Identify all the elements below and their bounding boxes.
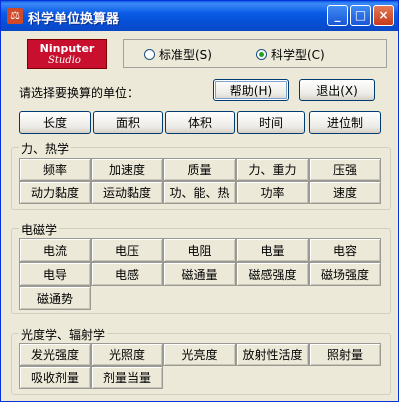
- mode-selector: 标准型(S) 科学型(C): [123, 39, 387, 68]
- unit-capacitance[interactable]: 电容: [309, 238, 381, 262]
- unit-dynamic-viscosity[interactable]: 动力黏度: [19, 181, 91, 204]
- unit-inductance[interactable]: 电感: [91, 262, 163, 286]
- maximize-button[interactable]: □: [350, 5, 371, 26]
- unit-dose-equivalent[interactable]: 剂量当量: [91, 366, 163, 389]
- unit-charge[interactable]: 电量: [236, 238, 309, 262]
- standard-mode-label: 标准型(S): [159, 47, 212, 62]
- group-title: 光度学、辐射学: [19, 326, 108, 343]
- help-button[interactable]: 帮助(H): [213, 79, 289, 101]
- unit-magnetomotive-force[interactable]: 磁通势: [19, 286, 91, 310]
- unit-energy[interactable]: 功、能、热: [163, 181, 236, 204]
- unit-kinematic-viscosity[interactable]: 运动黏度: [91, 181, 163, 204]
- unit-area[interactable]: 面积: [93, 111, 163, 134]
- unit-exposure[interactable]: 照射量: [309, 343, 381, 366]
- scientific-mode-radio[interactable]: 科学型(C): [256, 47, 325, 62]
- scientific-mode-label: 科学型(C): [271, 47, 325, 62]
- unit-length[interactable]: 长度: [19, 111, 91, 134]
- group-title: 力、热学: [19, 140, 72, 157]
- logo-text: Ninputer: [39, 42, 95, 55]
- unit-conductance[interactable]: 电导: [19, 262, 91, 286]
- unit-magnetic-flux[interactable]: 磁通量: [163, 262, 236, 286]
- unit-force[interactable]: 力、重力: [236, 158, 309, 181]
- unit-frequency[interactable]: 频率: [19, 158, 91, 181]
- unit-luminous-intensity[interactable]: 发光强度: [19, 343, 91, 366]
- logo-subtext: Studio: [48, 55, 81, 66]
- radio-circle-icon: [144, 48, 155, 60]
- logo: Ninputer Studio: [27, 39, 107, 69]
- unit-pressure[interactable]: 压强: [309, 158, 381, 181]
- unit-magnetic-field-strength[interactable]: 磁场强度: [309, 262, 381, 286]
- unit-speed[interactable]: 速度: [309, 181, 381, 204]
- unit-radioactivity[interactable]: 放射性活度: [236, 343, 309, 366]
- unit-absorbed-dose[interactable]: 吸收剂量: [19, 366, 91, 389]
- unit-magnetic-induction[interactable]: 磁感强度: [236, 262, 309, 286]
- title-bar[interactable]: ⚖ 科学单位换算器 _ □ ×: [1, 1, 398, 31]
- select-unit-prompt: 请选择要换算的单位：: [19, 86, 140, 100]
- exit-button[interactable]: 退出(X): [299, 79, 375, 101]
- unit-power[interactable]: 功率: [236, 181, 309, 204]
- unit-luminance[interactable]: 光亮度: [163, 343, 236, 366]
- app-icon: ⚖: [7, 8, 23, 24]
- unit-time[interactable]: 时间: [237, 111, 305, 134]
- unit-mass[interactable]: 质量: [163, 158, 236, 181]
- app-window: ⚖ 科学单位换算器 _ □ × Ninputer Studio 标准型(S) 科…: [0, 0, 399, 402]
- unit-volume[interactable]: 体积: [165, 111, 235, 134]
- close-button[interactable]: ×: [373, 5, 394, 26]
- minimize-button[interactable]: _: [327, 5, 348, 26]
- unit-current[interactable]: 电流: [19, 238, 91, 262]
- unit-resistance[interactable]: 电阻: [163, 238, 236, 262]
- window-title: 科学单位换算器: [28, 12, 120, 27]
- unit-number-base[interactable]: 进位制: [309, 111, 381, 134]
- unit-acceleration[interactable]: 加速度: [91, 158, 163, 181]
- standard-mode-radio[interactable]: 标准型(S): [144, 47, 212, 62]
- group-title: 电磁学: [19, 221, 60, 238]
- unit-illuminance[interactable]: 光照度: [91, 343, 163, 366]
- unit-voltage[interactable]: 电压: [91, 238, 163, 262]
- radio-checked-icon: [256, 48, 267, 60]
